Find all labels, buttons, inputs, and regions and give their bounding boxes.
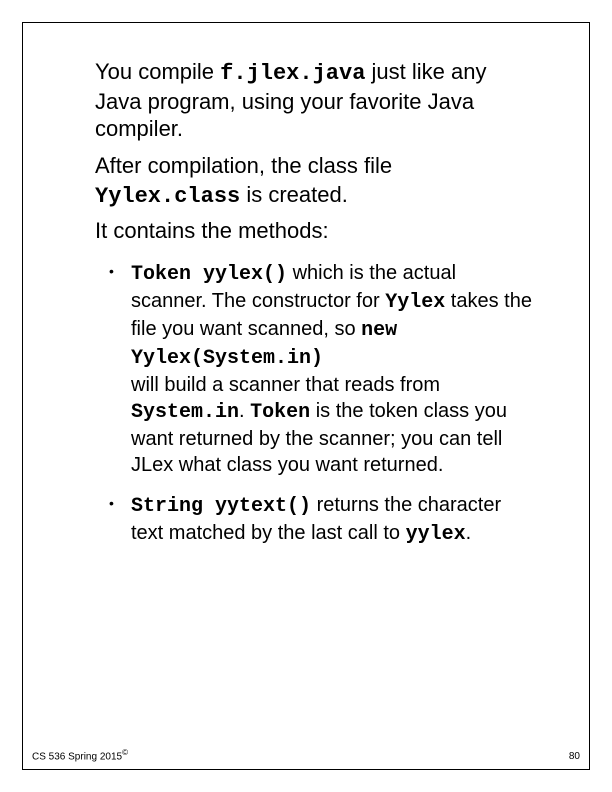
text: . [466, 522, 472, 544]
code-method: Token yylex() [131, 263, 287, 286]
paragraph-2: After compilation, the class file Yylex.… [95, 151, 532, 212]
page-number: 80 [569, 751, 580, 762]
code-classfile: Yylex.class [95, 184, 240, 209]
code-class: Yylex [385, 291, 445, 314]
list-item: String yytext() returns the character te… [115, 492, 532, 548]
paragraph-1: You compile f.jlex.java just like any Ja… [95, 58, 532, 143]
text: After compilation, the class file [95, 153, 392, 178]
paragraph-3: It contains the methods: [95, 216, 532, 246]
code-filename: f.jlex.java [220, 61, 365, 86]
text: . [239, 400, 250, 422]
text: It contains the methods: [95, 218, 329, 243]
code-class: Token [250, 401, 310, 424]
code-method: String yytext() [131, 495, 311, 518]
code-ref: yylex [406, 523, 466, 546]
text: is created. [240, 182, 348, 207]
copyright-icon: © [122, 748, 128, 757]
text: will build a scanner that reads from [131, 374, 440, 396]
footer-page-number: 80 [569, 751, 580, 762]
footer-course: CS 536 Spring 2015© [32, 748, 128, 762]
list-item: Token yylex() which is the actual scanne… [115, 260, 532, 478]
footer-text: CS 536 Spring 2015 [32, 751, 122, 762]
text: You compile [95, 59, 220, 84]
code-ref: System.in [131, 401, 239, 424]
methods-list: Token yylex() which is the actual scanne… [95, 260, 532, 548]
slide-content: You compile f.jlex.java just like any Ja… [95, 58, 532, 562]
